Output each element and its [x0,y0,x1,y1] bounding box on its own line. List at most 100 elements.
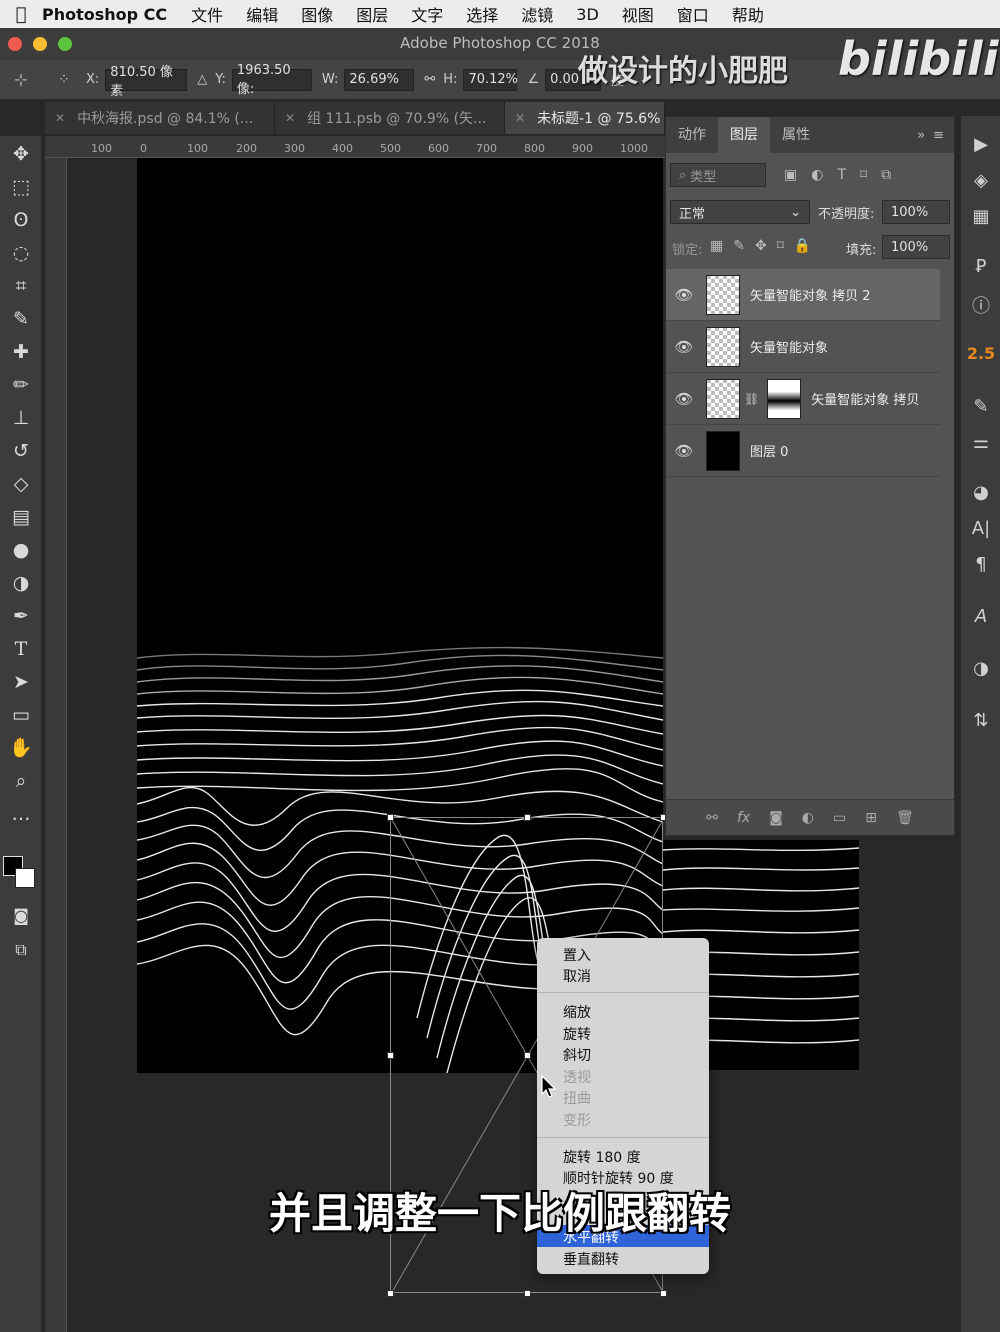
marquee-tool-icon[interactable]: ⬚ [6,173,36,201]
eye-icon[interactable]: 👁 [666,338,702,356]
history-brush-icon[interactable]: ↺ [6,437,36,465]
link-layers-icon[interactable]: ⚯ [706,810,718,826]
rectangle-tool-icon[interactable]: ▭ [6,701,36,729]
menu-edit[interactable]: 编辑 [246,2,278,26]
eyedropper-icon[interactable]: ✎ [6,305,36,333]
stamp-tool-icon[interactable]: ⊥ [6,404,36,432]
adjust-sliders-icon[interactable]: ⚌ [961,432,1000,453]
h-field[interactable]: 70.12% [463,68,518,91]
menu-item-rotate[interactable]: 旋转 [563,1024,591,1044]
menu-item-flip-vertical[interactable]: 垂直翻转 [563,1249,619,1269]
delete-layer-icon[interactable]: 🗑 [896,810,914,826]
menu-window[interactable]: 窗口 [677,2,709,26]
menu-item-rotate-180[interactable]: 旋转 180 度 [563,1147,641,1167]
move-tool-icon[interactable]: ✥ [6,140,36,168]
hand-tool-icon[interactable]: ✋ [6,734,36,762]
delta-icon[interactable]: △ [197,72,207,87]
menu-item-cancel[interactable]: 取消 [563,966,591,986]
new-group-icon[interactable]: ▭ [833,810,846,826]
paragraph-icon[interactable]: ¶ [961,554,1000,575]
opacity-field[interactable]: 100% [882,200,950,224]
panel-menu-icon[interactable]: ≡ [933,128,944,143]
play-action-icon[interactable]: ▶ [961,134,1000,155]
menu-item-place[interactable]: 置入 [563,945,591,965]
x-field[interactable]: 810.50 像素 [105,65,188,99]
info-icon[interactable]: ⓘ [961,292,1000,318]
w-field[interactable]: 26.69% [344,68,415,91]
close-tab-icon[interactable]: ✕ [285,111,295,125]
lock-icons[interactable]: ▦✎✥⌑🔒 [710,238,821,254]
eye-icon[interactable]: 👁 [666,286,702,304]
layer-row[interactable]: 👁 图层 0 [666,425,940,477]
fill-field[interactable]: 100% [882,235,950,259]
layer-row[interactable]: 👁 ⛓ 矢量智能对象 拷贝 [666,373,940,425]
menu-image[interactable]: 图像 [301,2,333,26]
reference-point-icon[interactable]: ⁘ [42,72,86,88]
dodge-tool-icon[interactable]: ◑ [6,569,36,597]
type-tool-icon[interactable]: T [6,635,36,663]
adjustment-layer-icon[interactable]: ◐ [802,810,814,826]
gradient-icon[interactable]: ▤ [6,503,36,531]
filter-icons[interactable]: ▣◐T⌑⧉ [784,167,905,183]
paragraph-style-icon[interactable]: Ꝑ [961,256,1000,277]
layer-mask-thumbnail[interactable] [767,378,802,419]
layer-row[interactable]: 👁 矢量智能对象 拷贝 2 [666,269,940,321]
glyphs-icon[interactable]: A [961,606,1000,627]
quick-mask-icon[interactable]: ◙ [6,902,36,930]
move-tool-icon[interactable]: ⊹ [0,70,42,89]
menu-filter[interactable]: 滤镜 [521,2,553,26]
tab-mid-autumn[interactable]: ✕ 中秋海报.psd @ 84.1% (... [45,102,275,134]
healing-brush-icon[interactable]: ✚ [6,338,36,366]
swap-icon[interactable]: ⇅ [961,710,1000,731]
more-tools-icon[interactable]: … [6,800,36,828]
mask-link-icon[interactable]: ⛓ [744,392,759,406]
quick-selection-icon[interactable]: ◌ [6,239,36,267]
path-selection-icon[interactable]: ➤ [6,668,36,696]
apple-icon[interactable]:  [0,4,42,25]
menu-item-skew[interactable]: 斜切 [563,1045,591,1065]
collapse-panel-icon[interactable]: » [917,128,925,143]
close-tab-icon[interactable]: ✕ [515,111,525,125]
menu-file[interactable]: 文件 [191,2,223,26]
pen-tool-icon[interactable]: ✒ [6,602,36,630]
menu-type[interactable]: 文字 [411,2,443,26]
blur-tool-icon[interactable]: ● [6,536,36,564]
layer-row[interactable]: 👁 矢量智能对象 [666,321,940,373]
eraser-icon[interactable]: ◇ [6,470,36,498]
tab-actions[interactable]: 动作 [666,117,718,153]
character-icon[interactable]: A| [961,518,1000,539]
color-palette-icon[interactable]: ◕ [961,482,1000,503]
close-tab-icon[interactable]: ✕ [55,111,65,125]
libraries-icon[interactable]: ▦ [961,206,1000,227]
layers-stack-icon[interactable]: ◈ [961,170,1000,191]
menu-select[interactable]: 选择 [466,2,498,26]
blend-mode-select[interactable]: 正常 ⌄ [670,200,810,224]
eye-icon[interactable]: 👁 [666,390,702,408]
tab-layers[interactable]: 图层 [718,117,770,153]
menu-help[interactable]: 帮助 [732,2,764,26]
crop-tool-icon[interactable]: ⌗ [6,272,36,300]
value-badge[interactable]: 2.5 [961,344,1000,363]
add-mask-icon[interactable]: ◙ [769,810,783,826]
link-icon[interactable]: ⚯ [424,72,435,87]
eye-icon[interactable]: 👁 [666,442,702,460]
menu-layer[interactable]: 图层 [356,2,388,26]
tab-properties[interactable]: 属性 [770,117,822,153]
tab-group-111[interactable]: ✕ 组 111.psb @ 70.9% (矢... [275,102,505,134]
tab-untitled-1[interactable]: ✕ 未标题-1 @ 75.6% [505,102,665,134]
menu-3d[interactable]: 3D [576,5,599,24]
fx-icon[interactable]: fx [737,810,750,826]
screen-mode-icon[interactable]: ⧉ [6,936,36,964]
zoom-tool-icon[interactable]: ⌕ [6,767,36,795]
adjustments-icon[interactable]: ◑ [961,658,1000,679]
brush-tool-icon[interactable]: ✏ [6,371,36,399]
layer-filter-select[interactable]: ⌕ 类型 [670,163,766,187]
lasso-tool-icon[interactable]: ʘ [6,206,36,234]
menu-view[interactable]: 视图 [622,2,654,26]
y-field[interactable]: 1963.50 像: [231,63,312,97]
new-layer-icon[interactable]: ⊞ [865,810,877,826]
brush-settings-icon[interactable]: ✎ [961,396,1000,417]
background-color-swatch[interactable] [15,868,35,888]
menu-item-scale[interactable]: 缩放 [563,1002,591,1022]
document-canvas[interactable] [136,158,664,1074]
